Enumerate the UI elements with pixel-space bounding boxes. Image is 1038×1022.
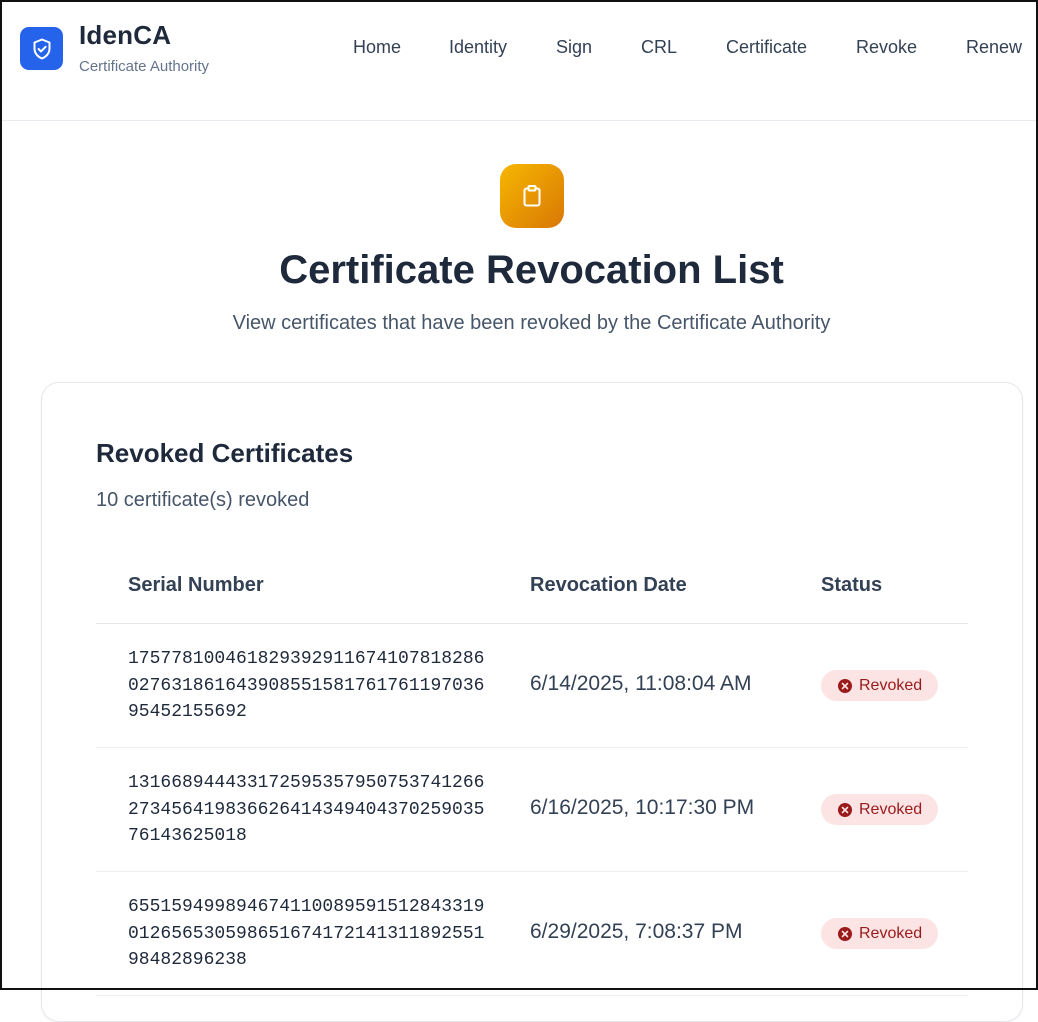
status-badge: Revoked	[821, 918, 939, 949]
revocation-date: 6/29/2025, 7:08:37 PM	[530, 920, 743, 943]
status-label: Revoked	[859, 800, 923, 818]
status-label: Revoked	[859, 924, 923, 942]
nav-renew[interactable]: Renew	[966, 37, 1022, 58]
serial-number: 6551594998946741100895915128433190126565…	[128, 897, 485, 970]
status-badge: Revoked	[821, 794, 939, 825]
x-circle-icon	[838, 926, 852, 941]
revocation-date: 6/16/2025, 10:17:30 PM	[530, 796, 755, 819]
table-row[interactable]: 6551594998946741100895915128433190126565…	[96, 872, 968, 996]
x-circle-icon	[838, 802, 852, 817]
page-subtitle: View certificates that have been revoked…	[232, 312, 831, 334]
status-label: Revoked	[859, 676, 923, 694]
revocation-date: 6/14/2025, 11:08:04 AM	[530, 672, 752, 695]
brand-logo[interactable]	[20, 27, 63, 70]
table-row[interactable]: 1757781004618293929116741078182860276318…	[96, 624, 968, 748]
nav-sign[interactable]: Sign	[556, 37, 592, 58]
column-header-status: Status	[821, 574, 883, 596]
nav-identity[interactable]: Identity	[449, 37, 507, 58]
nav-revoke[interactable]: Revoke	[856, 37, 917, 58]
revoked-count: 10 certificate(s) revoked	[96, 489, 310, 511]
nav-home[interactable]: Home	[353, 37, 401, 58]
table-row[interactable]: 1316689444331725953579507537412662734564…	[96, 748, 968, 872]
brand-subtitle: Certificate Authority	[79, 58, 210, 75]
column-header-serial: Serial Number	[128, 574, 264, 596]
nav-certificate[interactable]: Certificate	[726, 37, 807, 58]
card-title: Revoked Certificates	[96, 438, 354, 468]
status-badge: Revoked	[821, 670, 939, 701]
hero-icon-tile	[500, 164, 564, 228]
shield-check-icon	[33, 38, 50, 59]
serial-number: 1757781004618293929116741078182860276318…	[128, 649, 485, 722]
serial-number: 1316689444331725953579507537412662734564…	[128, 773, 485, 846]
column-header-date: Revocation Date	[530, 574, 687, 596]
clipboard-icon	[523, 185, 541, 207]
nav-crl[interactable]: CRL	[641, 37, 677, 58]
top-header: IdenCA Certificate Authority Home Identi…	[0, 0, 1038, 121]
brand-name[interactable]: IdenCA	[79, 20, 171, 51]
page-title: Certificate Revocation List	[279, 248, 784, 292]
x-circle-icon	[838, 678, 852, 693]
